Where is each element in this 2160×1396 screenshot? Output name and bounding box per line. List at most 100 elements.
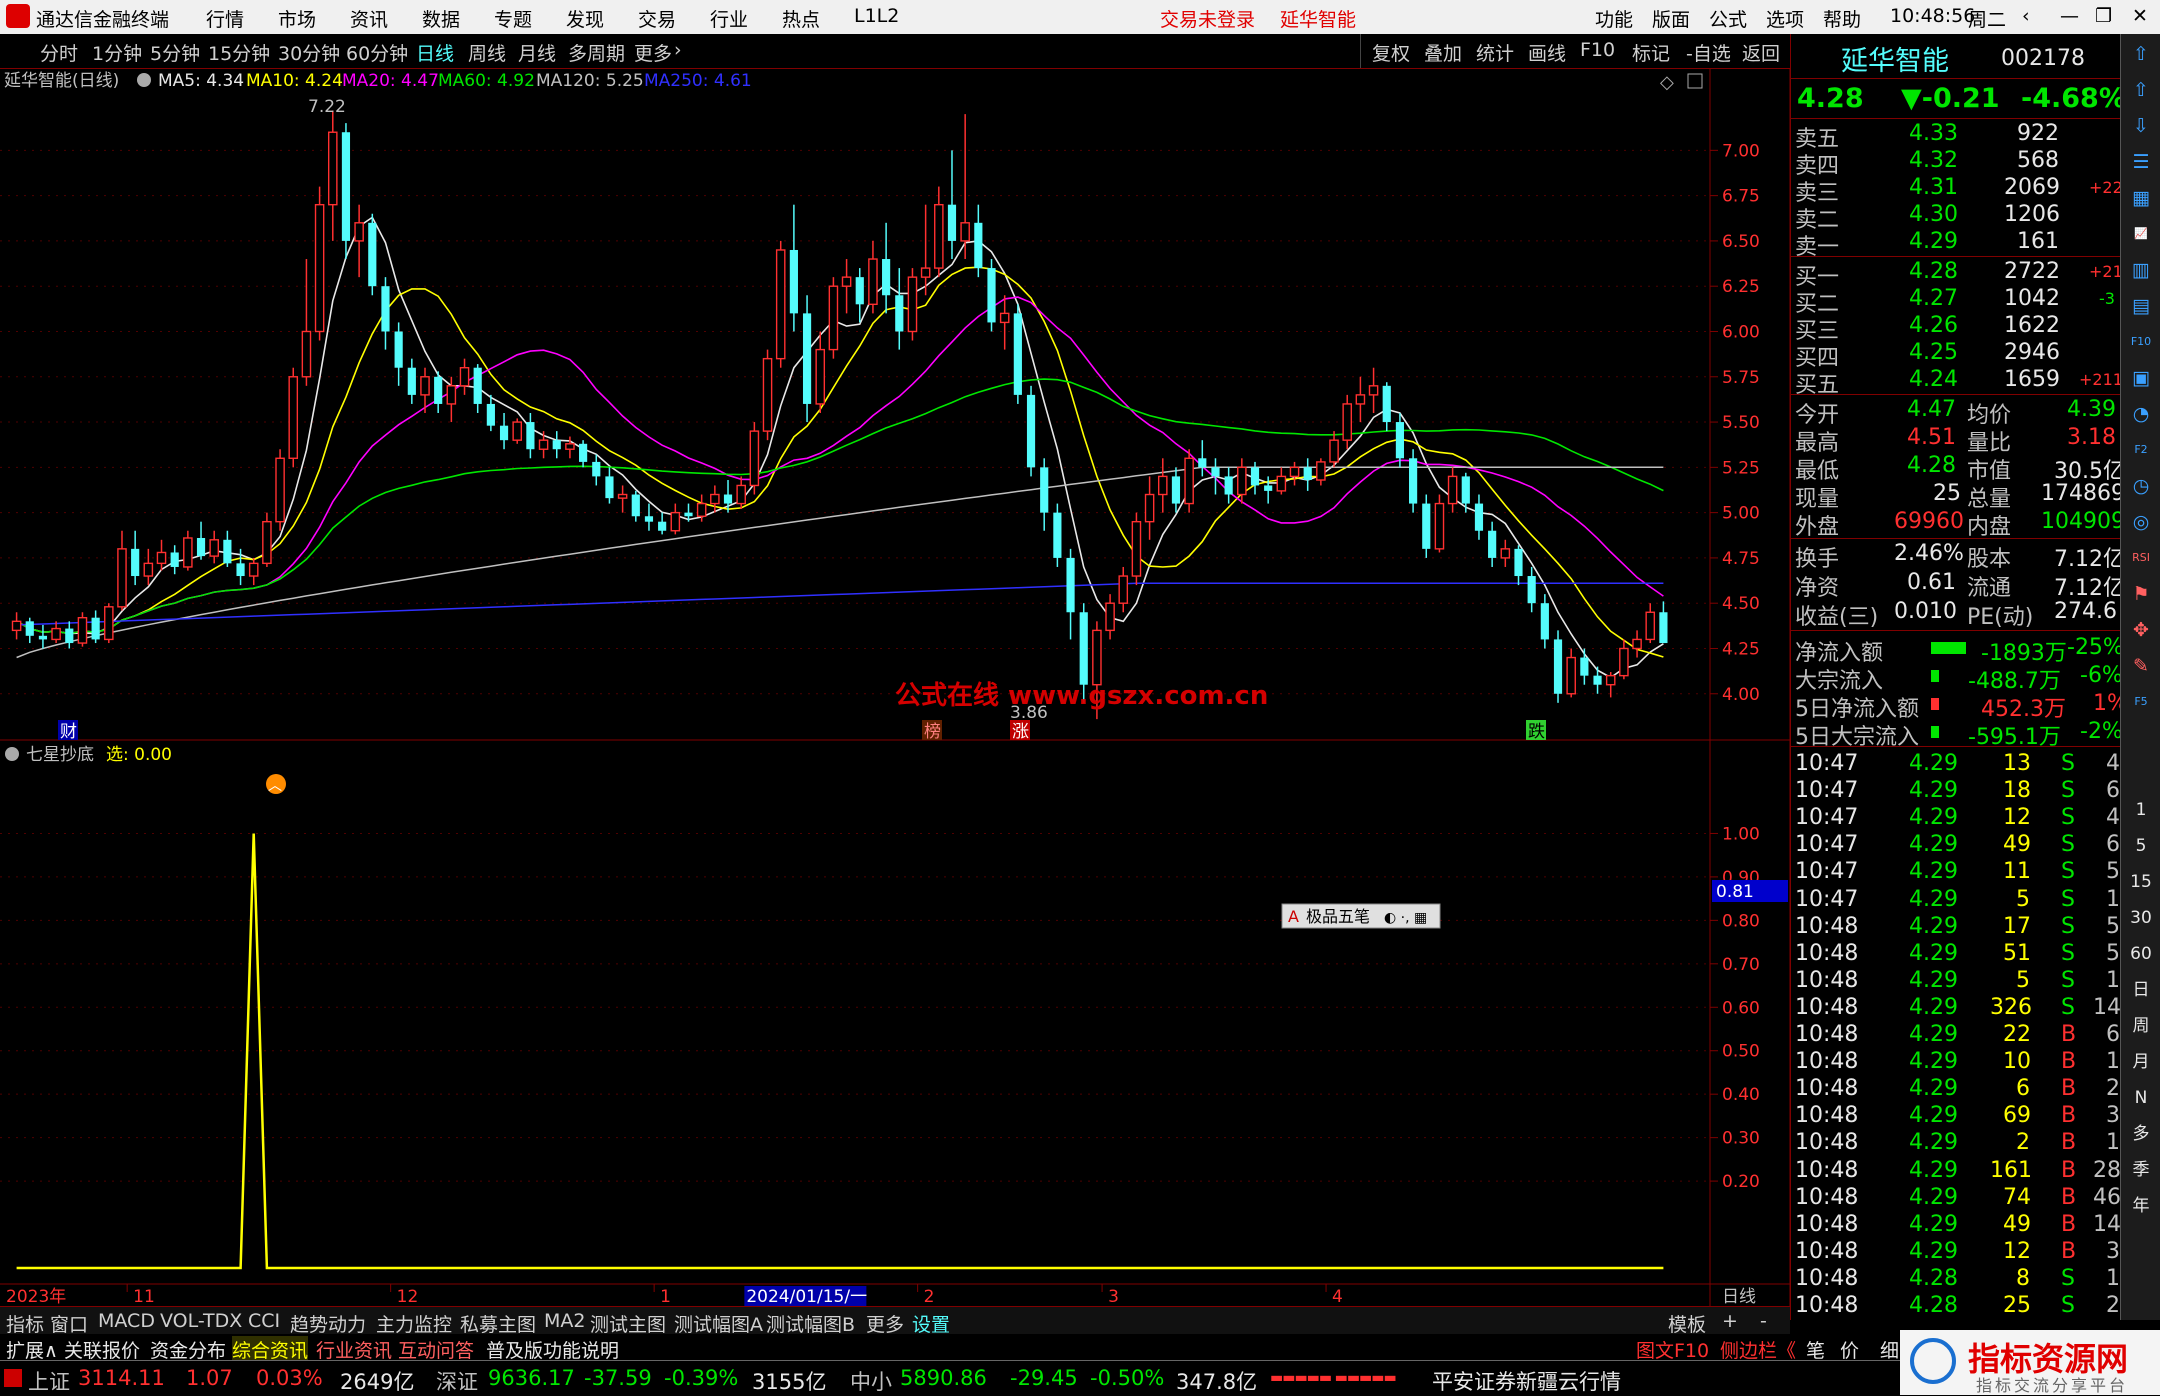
extension-tab[interactable]: 综合资讯 xyxy=(232,1336,309,1363)
menu-item-news[interactable]: 资讯 xyxy=(350,5,388,32)
bid-row[interactable]: 买三 4.26 1622 xyxy=(1791,312,2121,344)
up-arrow-icon[interactable]: ⇧ xyxy=(2127,40,2155,68)
period-shortcut[interactable]: 30 xyxy=(2127,904,2155,932)
ask-row[interactable]: 卖三 4.31 2069 +22 xyxy=(1791,174,2123,206)
button-overlay[interactable]: 叠加 xyxy=(1424,39,1462,66)
indicator-tab[interactable]: 私募主图 xyxy=(460,1310,536,1337)
extension-tab[interactable]: 互动问答 xyxy=(398,1336,474,1363)
tab-15min[interactable]: 15分钟 xyxy=(208,39,270,66)
menu-item-l1l2[interactable]: L1L2 xyxy=(854,5,899,27)
legend-toggle-icon[interactable] xyxy=(137,73,151,87)
target-icon[interactable]: ◎ xyxy=(2127,508,2155,536)
extension-tab[interactable]: 行业资讯 xyxy=(316,1336,392,1363)
menu-item-market[interactable]: 市场 xyxy=(278,5,316,32)
bid-row[interactable]: 买二 4.27 1042 -3 xyxy=(1791,285,2121,317)
candle-icon[interactable]: ▥ xyxy=(2127,256,2155,284)
zx-label[interactable]: 中小 xyxy=(850,1366,892,1396)
menu-item-help[interactable]: 帮助 xyxy=(1823,5,1861,32)
tab-5min[interactable]: 5分钟 xyxy=(150,39,200,66)
indicator-tab[interactable]: 测试主图 xyxy=(590,1310,666,1337)
period-shortcut[interactable]: 多 xyxy=(2127,1120,2155,1148)
period-shortcut[interactable]: 1 xyxy=(2127,796,2155,824)
bid-row[interactable]: 买四 4.25 2946 xyxy=(1791,339,2121,371)
period-shortcut[interactable]: 年 xyxy=(2127,1192,2155,1220)
indicator-tab[interactable]: VOL-TDX xyxy=(160,1310,242,1332)
indicator-tab[interactable]: 窗口 xyxy=(50,1310,88,1337)
menu-item-discover[interactable]: 发现 xyxy=(566,5,604,32)
indicator-tab[interactable]: CCI xyxy=(248,1310,280,1332)
indicator-tab[interactable]: 测试幅图B xyxy=(766,1310,855,1337)
period-shortcut[interactable]: 5 xyxy=(2127,832,2155,860)
menu-item-hot[interactable]: 热点 xyxy=(782,5,820,32)
restore-icon[interactable]: ❐ xyxy=(2095,5,2112,27)
up-icon[interactable]: ⇧ xyxy=(2127,76,2155,104)
tab-weekly[interactable]: 周线 xyxy=(468,39,506,66)
indicator-toggle-icon[interactable] xyxy=(5,747,19,761)
tab-60min[interactable]: 60分钟 xyxy=(346,39,408,66)
period-shortcut[interactable]: 月 xyxy=(2127,1048,2155,1076)
back-icon[interactable]: ‹ xyxy=(2022,5,2030,27)
login-status[interactable]: 交易未登录 xyxy=(1160,5,1255,32)
tab-30min[interactable]: 30分钟 xyxy=(278,39,340,66)
indicator-tab[interactable]: 设置 xyxy=(912,1310,950,1337)
ask-row[interactable]: 卖一 4.29 161 xyxy=(1791,228,2121,260)
bid-row[interactable]: 买五 4.24 1659 +211 xyxy=(1791,366,2123,398)
period-shortcut[interactable]: 日 xyxy=(2127,976,2155,1004)
tab-daily[interactable]: 日线 xyxy=(416,39,454,66)
tab-multi-period[interactable]: 多周期 xyxy=(568,39,625,66)
indicator-tab[interactable]: 测试幅图A xyxy=(674,1310,763,1337)
marker-zhang[interactable]: 涨 xyxy=(1010,720,1030,742)
close-icon[interactable]: ✕ xyxy=(2132,5,2148,27)
rsi-icon[interactable]: RSI xyxy=(2127,544,2155,572)
remove-pane-button[interactable]: - xyxy=(1760,1310,1767,1332)
grid-icon[interactable]: ▦ xyxy=(2127,184,2155,212)
ask-row[interactable]: 卖二 4.30 1206 xyxy=(1791,201,2121,233)
list-icon[interactable]: ☰ xyxy=(2127,148,2155,176)
ime-toolbar[interactable]: A 极品五笔 ◐ ·, ▦ xyxy=(1281,903,1441,929)
button-draw[interactable]: 画线 xyxy=(1528,39,1566,66)
period-shortcut[interactable]: 15 xyxy=(2127,868,2155,896)
indicator-tab[interactable]: MA2 xyxy=(544,1310,585,1332)
sidebar-toggle[interactable]: 侧边栏《 xyxy=(1720,1336,1796,1363)
template-button[interactable]: 模板 xyxy=(1668,1310,1706,1337)
button-back[interactable]: 返回 xyxy=(1742,39,1780,66)
f2-icon[interactable]: F2 xyxy=(2127,436,2155,464)
extension-tab[interactable]: 普及版功能说明 xyxy=(486,1336,619,1363)
ask-row[interactable]: 卖五 4.33 922 xyxy=(1791,120,2121,152)
clock-icon[interactable]: ◷ xyxy=(2127,472,2155,500)
menu-item-formula[interactable]: 公式 xyxy=(1709,5,1747,32)
menu-item-trade[interactable]: 交易 xyxy=(638,5,676,32)
button-mark[interactable]: 标记 xyxy=(1632,39,1670,66)
period-shortcut[interactable]: 周 xyxy=(2127,1012,2155,1040)
extension-tab[interactable]: 扩展∧ xyxy=(6,1336,58,1363)
marker-bang[interactable]: 榜 xyxy=(922,720,942,742)
period-shortcut[interactable]: N xyxy=(2127,1084,2155,1112)
menu-item-data[interactable]: 数据 xyxy=(422,5,460,32)
period-shortcut[interactable]: 季 xyxy=(2127,1156,2155,1184)
indicator-tab[interactable]: 趋势动力 xyxy=(290,1310,366,1337)
pie-icon[interactable]: ◔ xyxy=(2127,400,2155,428)
menu-item-hq[interactable]: 行情 xyxy=(206,5,244,32)
marker-cai[interactable]: 财 xyxy=(58,720,78,742)
button-f10[interactable]: F10 xyxy=(1580,39,1615,61)
period-shortcut[interactable]: 60 xyxy=(2127,940,2155,968)
menu-item-options[interactable]: 选项 xyxy=(1766,5,1804,32)
tab-xi[interactable]: 细 xyxy=(1880,1336,1899,1363)
pen-icon[interactable]: ✎ xyxy=(2127,652,2155,680)
sz-label[interactable]: 深证 xyxy=(436,1366,478,1396)
expand-icon[interactable] xyxy=(1687,73,1703,89)
minimize-icon[interactable]: — xyxy=(2060,5,2079,27)
diamond-icon[interactable]: ◇ xyxy=(1660,72,1674,93)
menu-item-industry[interactable]: 行业 xyxy=(710,5,748,32)
tab-jia[interactable]: 价 xyxy=(1840,1336,1859,1363)
move-icon[interactable]: ✥ xyxy=(2127,616,2155,644)
tab-1min[interactable]: 1分钟 xyxy=(92,39,142,66)
monitor-icon[interactable]: ▣ xyxy=(2127,364,2155,392)
chart-icon[interactable]: 📈 xyxy=(2127,220,2155,248)
ask-row[interactable]: 卖四 4.32 568 xyxy=(1791,147,2121,179)
f5-icon[interactable]: F5 xyxy=(2127,688,2155,716)
book-icon[interactable]: ▤ xyxy=(2127,292,2155,320)
bag-icon[interactable]: ⚑ xyxy=(2127,580,2155,608)
bid-row[interactable]: 买一 4.28 2722 +21 xyxy=(1791,258,2123,290)
chart-area[interactable]: 7.00 6.75 6.50 6.25 6.00 5.75 5.50 5.25 5.00 4.75… xyxy=(0,68,1790,1306)
